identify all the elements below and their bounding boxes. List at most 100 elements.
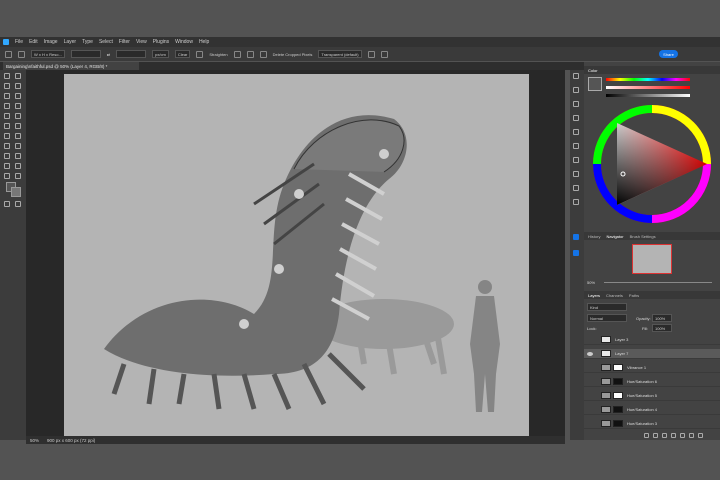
new-adjustment-icon[interactable] (671, 433, 676, 438)
layer-row[interactable]: Vibrance 1 (584, 363, 720, 373)
tab-paths[interactable]: Paths (629, 293, 639, 298)
pen-tool-icon[interactable] (15, 143, 21, 149)
dodge-tool-icon[interactable] (4, 143, 10, 149)
path-select-tool-icon[interactable] (15, 153, 21, 159)
delete-cropped-checkbox[interactable] (259, 50, 267, 58)
ratio-select[interactable]: W x H x Reso... (31, 50, 65, 58)
fill-field[interactable]: 100% (652, 324, 672, 332)
menu-image[interactable]: Image (41, 39, 61, 45)
brightness-slider[interactable] (606, 94, 690, 97)
quick-mask-icon[interactable] (4, 201, 10, 207)
color-wheel[interactable] (591, 103, 713, 225)
layer-kind-filter[interactable]: Kind (587, 303, 627, 311)
layer-row[interactable]: Layer 3 (584, 335, 720, 345)
tab-navigator[interactable]: Navigator (606, 234, 623, 239)
background-color-swatch[interactable] (11, 187, 21, 197)
screen-mode-icon[interactable] (15, 201, 21, 207)
layer-row[interactable]: Hue/Saturation 3 (584, 419, 720, 429)
object-select-tool-icon[interactable] (15, 83, 21, 89)
menu-edit[interactable]: Edit (26, 39, 41, 45)
document-canvas[interactable] (64, 74, 529, 436)
layer-row[interactable]: Hue/Saturation 6 (584, 377, 720, 387)
add-mask-icon[interactable] (662, 433, 667, 438)
height-field[interactable] (116, 50, 147, 58)
adjustments-panel-icon[interactable] (573, 129, 579, 135)
zoom-level[interactable]: 50% (30, 438, 39, 443)
brushes-panel-icon[interactable] (573, 171, 579, 177)
layer-row[interactable]: Hue/Saturation 5 (584, 391, 720, 401)
units-select[interactable]: px/cm (152, 50, 169, 58)
healing-tool-icon[interactable] (15, 103, 21, 109)
type-tool-icon[interactable] (4, 153, 10, 159)
tab-history[interactable]: History (588, 234, 600, 239)
layer-row[interactable]: Layer 7 (584, 349, 720, 359)
navigator-panel-icon[interactable] (573, 234, 579, 240)
menu-type[interactable]: Type (79, 39, 96, 45)
visibility-eye-icon[interactable] (587, 394, 593, 398)
lasso-tool-icon[interactable] (4, 83, 10, 89)
navigator-preview[interactable] (632, 244, 672, 274)
crop-tool-icon[interactable] (18, 50, 25, 58)
trash-icon[interactable] (698, 433, 703, 438)
opacity-field[interactable]: 100% (652, 314, 672, 322)
share-button[interactable]: Share (659, 50, 678, 58)
menu-filter[interactable]: Filter (116, 39, 133, 45)
straighten-icon[interactable] (196, 50, 204, 58)
clear-button[interactable]: Clear (174, 50, 191, 58)
link-layers-icon[interactable] (644, 433, 649, 438)
blur-tool-icon[interactable] (15, 133, 21, 139)
eraser-tool-icon[interactable] (15, 123, 21, 129)
zoom-tool-icon[interactable] (4, 173, 10, 179)
gear-icon[interactable] (246, 50, 254, 58)
eyedropper-tool-icon[interactable] (4, 103, 10, 109)
swap-icon[interactable]: ⇄ (107, 52, 110, 57)
visibility-eye-icon[interactable] (587, 351, 593, 356)
paragraph-panel-icon[interactable] (573, 143, 579, 149)
fx-icon[interactable] (653, 433, 658, 438)
layer-row[interactable]: Hue/Saturation 4 (584, 405, 720, 415)
marquee-tool-icon[interactable] (15, 73, 21, 79)
history-panel-icon[interactable] (573, 250, 579, 256)
tab-brush-settings[interactable]: Brush Settings (630, 234, 656, 239)
move-tool-icon[interactable] (4, 73, 10, 79)
width-field[interactable] (70, 50, 101, 58)
swatches-panel-icon[interactable] (573, 87, 579, 93)
actions-panel-icon[interactable] (573, 185, 579, 191)
grid-overlay-icon[interactable] (233, 50, 241, 58)
character-panel-icon[interactable] (573, 157, 579, 163)
visibility-eye-icon[interactable] (587, 380, 593, 384)
tab-layers[interactable]: Layers (588, 293, 600, 298)
history-brush-icon[interactable] (4, 123, 10, 129)
menu-select[interactable]: Select (96, 39, 116, 45)
blend-mode-select[interactable]: Normal (587, 314, 627, 322)
cancel-icon[interactable] (380, 50, 388, 58)
shape-tool-icon[interactable] (4, 163, 10, 169)
menu-view[interactable]: View (133, 39, 150, 45)
gradient-tool-icon[interactable] (4, 133, 10, 139)
tab-channels[interactable]: Channels (606, 293, 623, 298)
new-layer-icon[interactable] (689, 433, 694, 438)
glyphs-panel-icon[interactable] (573, 199, 579, 205)
tab-color[interactable]: Color (588, 68, 598, 73)
reset-icon[interactable] (367, 50, 375, 58)
saturation-slider[interactable] (606, 86, 690, 89)
color-foreground-swatch[interactable] (588, 77, 602, 91)
navigator-zoom-slider[interactable] (604, 282, 712, 283)
fill-select[interactable]: Transparent (default) (318, 50, 362, 58)
visibility-eye-icon[interactable] (587, 408, 593, 412)
visibility-eye-icon[interactable] (587, 338, 593, 342)
visibility-eye-icon[interactable] (587, 422, 593, 426)
stamp-tool-icon[interactable] (15, 113, 21, 119)
frame-tool-icon[interactable] (15, 93, 21, 99)
hue-slider[interactable] (606, 78, 690, 81)
new-group-icon[interactable] (680, 433, 685, 438)
navigator-zoom[interactable]: 50% (587, 280, 595, 285)
menu-help[interactable]: Help (196, 39, 212, 45)
hand-tool-icon[interactable] (15, 163, 21, 169)
menu-layer[interactable]: Layer (61, 39, 80, 45)
straighten-label[interactable]: Straighten (209, 52, 227, 57)
home-icon[interactable] (5, 50, 12, 58)
more-tools-icon[interactable] (15, 173, 21, 179)
properties-panel-icon[interactable] (573, 115, 579, 121)
crop-tool-icon[interactable] (4, 93, 10, 99)
